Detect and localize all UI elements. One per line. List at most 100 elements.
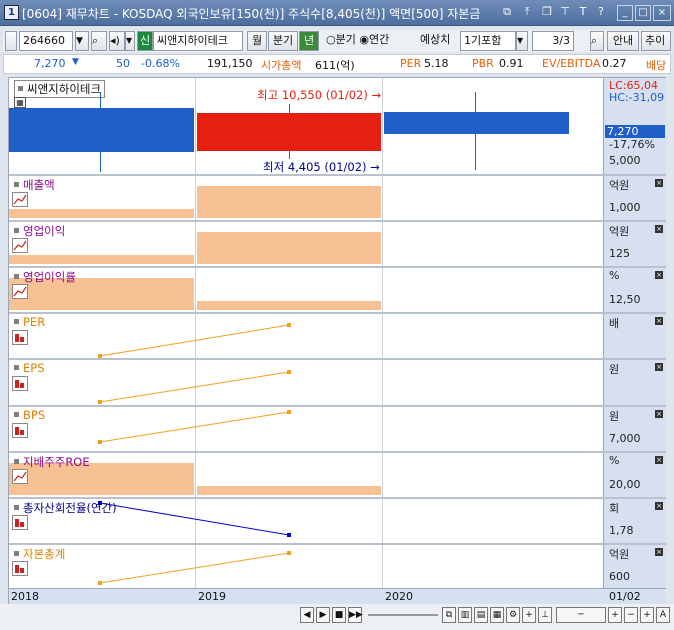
pin-top-icon[interactable]: ⤒ [520,5,534,19]
panel-close-icon[interactable]: × [655,225,663,233]
panel-close-icon[interactable]: × [655,410,663,418]
indicator-bar [197,232,381,264]
indicator-bar [197,186,381,218]
zoom-in-button[interactable]: + [608,607,622,623]
indicator-point [287,410,291,414]
speaker-dropdown-icon[interactable]: ▼ [125,31,135,51]
chart-settings-icon[interactable] [12,284,28,299]
panel-close-icon[interactable]: × [655,317,663,325]
stop-button[interactable]: ■ [332,607,346,623]
bottom-controls: ◀ ▶ ■ ▶▶ ⧉ ▥ ▤ ▦ ⚙ + ⊥ ─ + − + A [0,604,674,630]
panel-title: 자본총계 [14,546,65,562]
settings-icon[interactable]: ⚙ [506,607,520,623]
close-button[interactable]: × [653,5,671,21]
price-tick: 5,000 [609,154,641,167]
plus-button[interactable]: + [640,607,654,623]
chart-settings-icon[interactable] [12,515,28,530]
speaker-icon[interactable]: ◂) [109,31,125,51]
tab-quarter[interactable]: 분기 [268,31,298,51]
panel-close-icon[interactable]: × [655,456,663,464]
search-icon[interactable]: ⌕ [91,31,107,51]
right-arrow-icon: → [370,160,380,174]
help-question-icon[interactable]: ? [594,5,608,19]
indicator-point [287,370,291,374]
panel-separator [9,174,666,176]
panel-unit: 원 [609,410,620,423]
radio-annual[interactable]: ◉ [359,33,369,46]
indicator-point [287,551,291,555]
x-axis: 2018 2019 2020 01/02 [9,588,666,604]
pbr-label: PBR [472,57,494,70]
financial-chart[interactable]: 씨앤지하이테크 ▦ 최고 10,550 (01/02) → 최저 4,405 (… [8,77,666,604]
forecast-dropdown-icon[interactable]: ▼ [516,31,528,51]
chart-type-icon[interactable]: ▥ [458,607,472,623]
pbr-value: 0.91 [499,57,524,70]
pin-icon[interactable]: ⊤ [558,5,572,19]
company-name-field[interactable]: 씨앤지하이테크 [153,31,243,51]
zoom-out-button[interactable]: − [624,607,638,623]
font-button[interactable]: A [656,607,670,623]
chart-settings-icon[interactable] [12,423,28,438]
next-button[interactable]: ▶ [316,607,330,623]
stock-code-input[interactable]: 264660 [19,31,73,51]
x-tick-last: 01/02 [609,590,641,603]
zoom-box-icon[interactable]: ⧉ [442,607,456,623]
low-annotation: 최저 4,405 (01/02) → [263,160,380,174]
chart-settings-icon[interactable] [12,376,28,391]
chart-settings-icon[interactable] [12,561,28,576]
forecast-label: 예상치 [420,33,451,46]
tool-grid-icon[interactable] [5,31,17,51]
panel-close-icon[interactable]: × [655,271,663,279]
panel-title: 총자산회전율(연간) [14,500,117,516]
panel-separator [9,220,666,222]
x-tick-2020: 2020 [385,590,413,603]
window-copy-icon[interactable]: ❐ [540,5,554,19]
panel-close-icon[interactable]: × [655,502,663,510]
chart-settings-icon[interactable] [12,469,28,484]
indicator-bar [197,301,381,310]
last-price-tag: 7,270 [605,125,665,138]
panel-close-icon[interactable]: × [655,363,663,371]
ruler-icon[interactable]: ⊥ [538,607,552,623]
period-radio-group: ○분기 ◉연간 [323,31,411,51]
chart-settings-icon[interactable] [12,330,28,345]
table-icon[interactable]: ▦ [490,607,504,623]
panel-tick: 7,000 [609,432,641,445]
panel-close-icon[interactable]: × [655,179,663,187]
chart-settings-icon[interactable] [12,192,28,207]
panel-tick: 1,000 [609,201,641,214]
fast-forward-button[interactable]: ▶▶ [348,607,363,623]
panel-close-icon[interactable]: × [655,548,663,556]
code-dropdown-icon[interactable]: ▼ [75,31,89,51]
layout-icon[interactable]: ▤ [474,607,488,623]
tab-month[interactable]: 월 [247,31,267,51]
help-button[interactable]: 안내 [607,31,639,51]
indicator-bar [197,486,381,495]
indicator-point [287,323,291,327]
calendar-icon[interactable]: ▦ [14,97,26,108]
candle-2018 [9,108,194,152]
zoom-slider[interactable]: ─ [556,607,606,623]
hc-label: HC:-31,09 [609,91,665,104]
indicator-point [98,400,102,404]
minimize-button[interactable]: _ [617,5,633,21]
market-badge: 신 [137,31,153,51]
radio-quarter[interactable]: ○ [326,33,336,46]
prev-button[interactable]: ◀ [300,607,314,623]
trend-button[interactable]: 추이 [641,31,671,51]
chart-settings-icon[interactable] [12,238,28,253]
tab-year[interactable]: 년 [299,31,319,51]
change-value: 50 [116,57,130,70]
scroll-track[interactable] [368,614,438,616]
indicator-point [98,440,102,444]
link-icon[interactable]: ⧉ [500,5,514,19]
title-t-icon[interactable]: T [576,5,590,19]
panel-unit: % [609,269,620,282]
panel-title: PER [14,315,45,329]
magnifier-icon[interactable]: ⌕ [590,31,604,51]
crosshair-icon[interactable]: + [522,607,536,623]
panel-title: 영업이익률 [14,269,76,285]
per-label: PER [400,57,422,70]
forecast-select[interactable]: 1기포함 [460,31,516,51]
maximize-button[interactable]: □ [635,5,651,21]
